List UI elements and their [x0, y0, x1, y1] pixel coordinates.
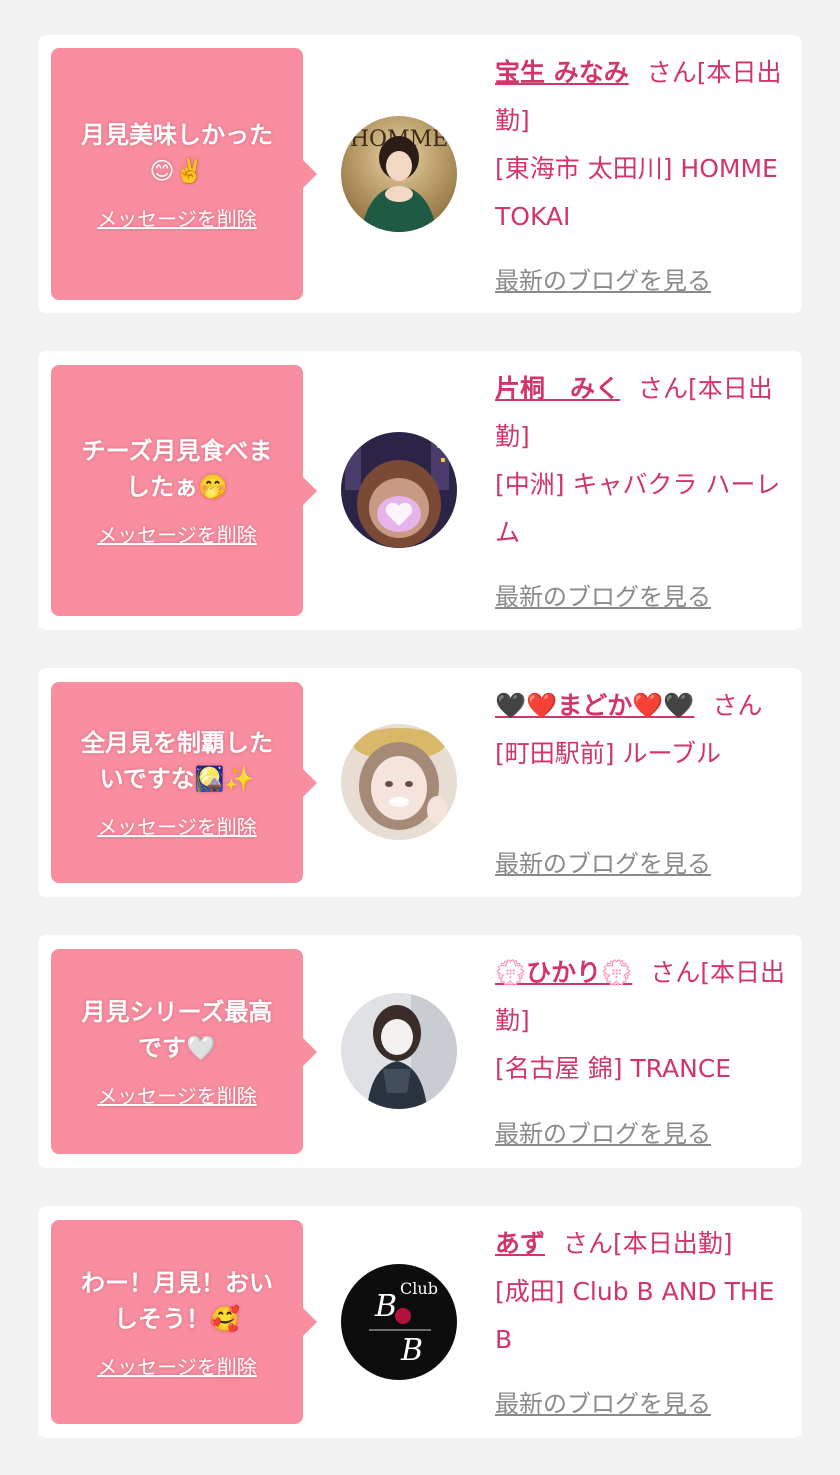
avatar-logo-text: Club [400, 1279, 438, 1298]
avatar[interactable]: Club B B [341, 1264, 457, 1380]
shop-name: [成田] Club B AND THE B [495, 1277, 775, 1354]
shop-name: [町田駅前] ルーブル [495, 739, 721, 768]
cast-name-link[interactable]: 宝生 みなみ [495, 58, 629, 87]
cast-info: あず さん[本日出勤] [成田] Club B AND THE B [495, 1220, 787, 1364]
cast-info: 💮ひかり💮 さん[本日出勤] [名古屋 錦] TRANCE [495, 949, 787, 1093]
avatar-image [341, 724, 457, 840]
message-text: 月見美味しかった 😊✌️ [81, 120, 273, 185]
cast-info: 宝生 みなみ さん[本日出勤] [東海市 太田川] HOMME TOKAI [495, 49, 787, 241]
latest-blog-link[interactable]: 最新のブログを見る [495, 1384, 711, 1419]
cast-info: 🖤❤️まどか❤️🖤 さん [町田駅前] ルーブル [495, 682, 787, 778]
latest-blog-link[interactable]: 最新のブログを見る [495, 1114, 711, 1149]
latest-blog-link[interactable]: 最新のブログを見る [495, 261, 711, 296]
message-card: 月見シリーズ最高 です🤍 メッセージを削除 💮ひかり💮 さん[本日出勤] [名古屋… [38, 935, 802, 1168]
delete-message-link[interactable]: メッセージを削除 [97, 1351, 257, 1380]
cast-info: 片桐 みく さん[本日出勤] [中洲] キャバクラ ハーレム [495, 365, 787, 557]
cast-name-link[interactable]: 片桐 みく [495, 374, 620, 403]
latest-blog-link[interactable]: 最新のブログを見る [495, 844, 711, 879]
avatar-image [341, 432, 457, 548]
message-bubble: 月見シリーズ最高 です🤍 メッセージを削除 [51, 949, 317, 1154]
cast-name-link[interactable]: 🖤❤️まどか❤️🖤 [495, 691, 695, 720]
cast-name-link[interactable]: 💮ひかり💮 [495, 958, 632, 987]
message-text: 全月見を制覇した いですな🎑✨ [81, 729, 273, 793]
avatar-logo-letter: B [400, 1333, 423, 1368]
delete-message-link[interactable]: メッセージを削除 [97, 811, 257, 840]
avatar-logo-letter: B [374, 1289, 397, 1324]
avatar[interactable] [341, 432, 457, 548]
avatar-image: HOMME [341, 116, 457, 232]
message-bubble: わー！月見！おい しそう！🥰 メッセージを削除 [51, 1220, 317, 1424]
shop-name: [中洲] キャバクラ ハーレム [495, 470, 781, 547]
delete-message-link[interactable]: メッセージを削除 [97, 1080, 257, 1109]
message-bubble: チーズ月見食べま したぁ🤭 メッセージを削除 [51, 365, 317, 616]
message-card: 月見美味しかった 😊✌️ メッセージを削除 HOMME 宝生 みなみさん[本日出… [38, 35, 802, 313]
avatar-image: Club B B [341, 1264, 457, 1380]
message-bubble: 月見美味しかった 😊✌️ メッセージを削除 [51, 48, 317, 300]
delete-message-link[interactable]: メッセージを削除 [97, 203, 257, 232]
avatar[interactable] [341, 993, 457, 1109]
avatar[interactable]: HOMME [341, 116, 457, 232]
cast-status: さん [712, 691, 763, 720]
shop-name: [名古屋 錦] TRANCE [495, 1054, 732, 1083]
message-bubble: 全月見を制覇した いですな🎑✨ メッセージを削除 [51, 682, 317, 883]
avatar[interactable] [341, 724, 457, 840]
cast-status: さん[本日出勤] [563, 1229, 733, 1258]
message-text: 月見シリーズ最高 です🤍 [81, 998, 273, 1062]
message-card: わー！月見！おい しそう！🥰 メッセージを削除 Club B B あず さん[本日… [38, 1206, 802, 1438]
message-text: チーズ月見食べま したぁ🤭 [81, 437, 273, 501]
shop-name: [東海市 太田川] HOMME TOKAI [495, 154, 778, 231]
message-text: わー！月見！おい しそう！🥰 [81, 1268, 273, 1333]
latest-blog-link[interactable]: 最新のブログを見る [495, 577, 711, 612]
cast-name-link[interactable]: あず [495, 1229, 545, 1258]
avatar-image [341, 993, 457, 1109]
message-card: チーズ月見食べま したぁ🤭 メッセージを削除 片桐 みく さん[本日出勤] [中洲… [38, 351, 802, 630]
delete-message-link[interactable]: メッセージを削除 [97, 519, 257, 548]
message-card: 全月見を制覇した いですな🎑✨ メッセージを削除 🖤❤️まどか❤️🖤 さん [町田… [38, 668, 802, 897]
